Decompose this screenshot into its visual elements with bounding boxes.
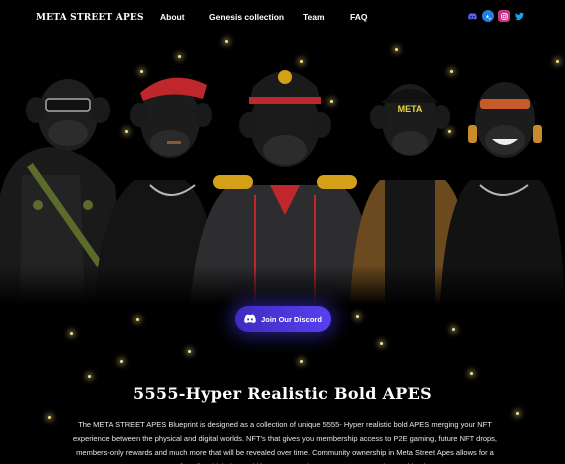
top-navbar: META STREET APES About Genesis collectio… xyxy=(0,0,565,36)
discord-icon xyxy=(244,314,256,324)
instagram-icon[interactable] xyxy=(498,10,510,22)
meta-cap-text: META xyxy=(398,104,423,114)
section-title: 5555-Hyper Realistic Bold APES xyxy=(133,384,432,403)
nav-link-genesis-collection[interactable]: Genesis collection xyxy=(209,12,284,22)
twitter-icon[interactable] xyxy=(513,10,525,22)
hero-bottom-fade xyxy=(0,265,565,305)
nav-link-faq[interactable]: FAQ xyxy=(350,12,367,22)
nav-link-team[interactable]: Team xyxy=(303,12,325,22)
nav-link-about[interactable]: About xyxy=(160,12,185,22)
hero-apes-banner: META xyxy=(0,55,565,305)
site-logo[interactable]: META STREET APES xyxy=(36,13,144,23)
join-discord-label: Join Our Discord xyxy=(261,314,322,324)
intro-paragraph: The META STREET APES Blueprint is design… xyxy=(73,420,497,464)
opensea-icon[interactable] xyxy=(482,10,494,22)
join-discord-button[interactable]: Join Our Discord xyxy=(235,306,331,332)
discord-icon[interactable] xyxy=(466,10,478,22)
